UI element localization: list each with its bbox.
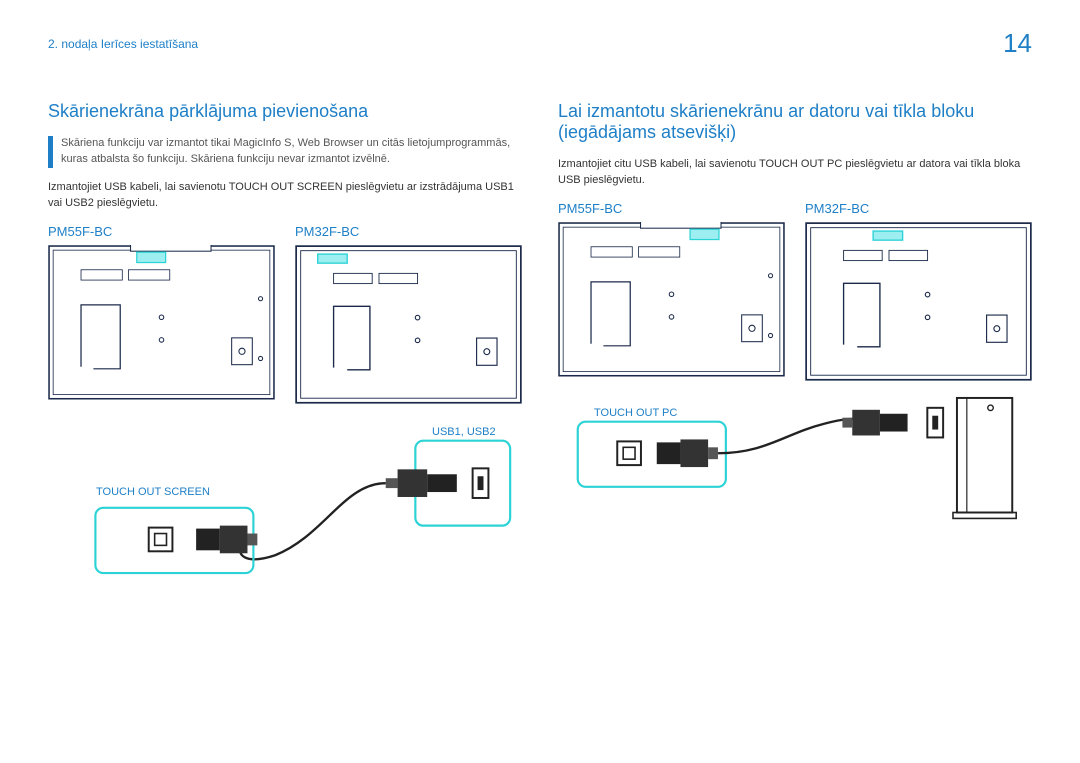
touch-out-screen-label: TOUCH OUT SCREEN [96,486,236,498]
right-column: Lai izmantotu skārienekrānu ar datoru va… [558,101,1032,620]
display-diagram-pm55f-r [558,222,785,377]
note-accent-bar [48,136,53,168]
usb-label: USB1, USB2 [432,426,522,438]
display-diagram-pm55f [48,245,275,400]
right-body-text: Izmantojiet citu USB kabeli, lai savieno… [558,157,1032,189]
model-label-pm55f: PM55F-BC [48,224,275,239]
chapter-label: 2. nodaļa Ierīces iestatīšana [48,37,198,51]
right-section-title: Lai izmantotu skārienekrānu ar datoru va… [558,101,1032,143]
left-section-title: Skārienekrāna pārklājuma pievienošana [48,101,522,122]
note-text: Skāriena funkciju var izmantot tikai Mag… [61,136,522,168]
display-diagram-pm32f-r [805,222,1032,381]
note-box: Skāriena funkciju var izmantot tikai Mag… [48,136,522,168]
left-body-text: Izmantojiet USB kabeli, lai savienotu TO… [48,180,522,212]
model-label-pm32f-r: PM32F-BC [805,201,1032,216]
left-column: Skārienekrāna pārklājuma pievienošana Sk… [48,101,522,620]
model-label-pm55f-r: PM55F-BC [558,201,785,216]
touch-out-pc-label: TOUCH OUT PC [594,407,714,419]
page-number: 14 [1003,28,1032,59]
model-label-pm32f: PM32F-BC [295,224,522,239]
cable-diagram-left [48,417,522,585]
page-header: 2. nodaļa Ierīces iestatīšana 14 [48,28,1032,59]
display-diagram-pm32f [295,245,522,404]
